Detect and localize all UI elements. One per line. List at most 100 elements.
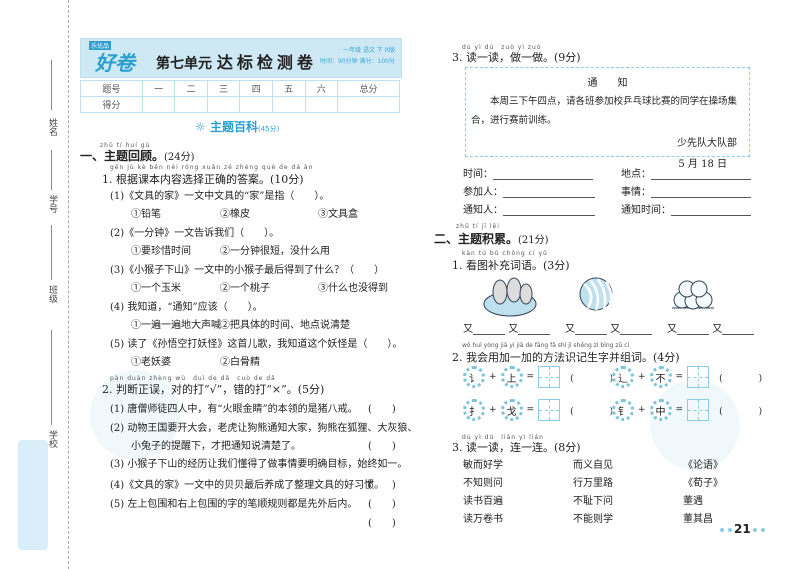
form-field[interactable]: 时间： <box>463 165 593 180</box>
peaches-icon <box>672 280 714 310</box>
char-combine-row: 辶 + 不 =( ) <box>612 366 762 388</box>
word-paren[interactable]: ( ) <box>570 404 613 417</box>
component: 上 <box>500 366 523 388</box>
cell[interactable] <box>174 96 208 113</box>
word-paren[interactable]: ( ) <box>719 404 762 417</box>
judge-item: (2) 动物王国要开大会，老虎让狗熊通知大家，狗熊在狐狸、大灰狼、 <box>110 423 418 434</box>
match-item[interactable]: 敏而好学 <box>463 456 503 471</box>
answer-paren[interactable]: ( ) <box>368 437 396 452</box>
answer-option[interactable]: ①一遍一遍地大声喊 <box>131 316 221 331</box>
fill-blank[interactable]: 又 又 <box>463 320 551 335</box>
answer-paren[interactable]: ( ) <box>368 495 396 510</box>
q3-heading: 3. 读一读，做一做。(9分) <box>452 51 581 64</box>
match-item[interactable]: 董遇 <box>683 492 703 507</box>
notice-title: 通 知 <box>587 78 628 89</box>
question-item: (2)《一分钟》一文告诉我们（ ）。 <box>110 228 280 239</box>
radical: 辶 <box>612 366 634 388</box>
p2q2-heading: 2. 我会用加一加的方法识记生字并组词。(4分) <box>452 351 680 364</box>
exam-meta: 一年级 语文 下 R版时间：90分钟 满分：100分 <box>320 45 395 67</box>
time-info: 时间：90分钟 满分：100分 <box>320 58 395 65</box>
part2-heading: 二、主题积累。(21分) <box>434 232 549 246</box>
form-field[interactable]: 通知人： <box>463 201 595 216</box>
corn-icon <box>483 277 537 317</box>
cell[interactable] <box>141 96 176 113</box>
component: 不 <box>649 366 672 388</box>
answer-option[interactable]: ②一分钟很短，没什么用 <box>220 242 330 257</box>
answer-option[interactable]: ①一个玉米 <box>131 279 181 294</box>
page-title: 第七单元 达标检测卷 <box>156 49 317 73</box>
match-item[interactable]: 读万卷书 <box>463 510 503 525</box>
writing-grid[interactable] <box>687 366 710 388</box>
section-title: 主题百科 <box>209 120 258 134</box>
cell[interactable] <box>239 96 273 113</box>
answer-option[interactable]: ①要珍惜时间 <box>131 242 191 257</box>
cell: 二 <box>174 80 208 97</box>
match-item[interactable]: 不能则学 <box>573 510 613 525</box>
answer-paren[interactable]: ( ) <box>368 400 396 415</box>
match-item[interactable]: 读书百遍 <box>463 492 503 507</box>
cell[interactable] <box>272 96 306 113</box>
cell[interactable] <box>304 96 339 113</box>
answer-option[interactable]: ②一个桃子 <box>220 279 270 294</box>
radical: 讠 <box>463 366 485 388</box>
answer-option[interactable]: ③文具盒 <box>318 205 358 220</box>
answer-paren[interactable]: ( ) <box>368 514 396 529</box>
match-item[interactable]: 《论语》 <box>683 456 723 471</box>
answer-option[interactable]: ②白骨精 <box>220 353 260 368</box>
match-item[interactable]: 不耻下问 <box>573 492 613 507</box>
match-item[interactable]: 不知则问 <box>463 474 503 489</box>
word-paren[interactable]: ( ) <box>719 371 762 384</box>
name-line <box>51 60 52 110</box>
watermelon-icon <box>579 277 613 311</box>
judge-item: (1) 唐僧师徒四人中，有“火眼金睛”的本领的是猪八戒。 <box>110 404 358 415</box>
answer-option[interactable]: ①铅笔 <box>131 205 161 220</box>
page-number: 21 <box>718 522 767 536</box>
cell[interactable] <box>206 96 241 113</box>
match-item[interactable]: 董其昌 <box>683 510 713 525</box>
writing-grid[interactable] <box>687 399 710 421</box>
p2q2-pinyin: wǒ huì yòng jiā yi jiā de fāng fǎ shí jì… <box>462 342 630 349</box>
question-item: (1)《文具的家》一文中文具的“家”是指（ ）。 <box>110 191 330 202</box>
cell: 得分 <box>80 96 143 113</box>
cell[interactable] <box>337 96 400 113</box>
form-field[interactable]: 地点： <box>621 165 751 180</box>
cell: 五 <box>272 80 306 97</box>
cell: 题号 <box>80 80 143 97</box>
judge-item: (4)《文具的家》一文中的贝贝最后养成了整理文具的好习惯。 <box>110 480 385 491</box>
grade-info: 一年级 语文 下 R版 <box>343 47 395 54</box>
header-banner: 乐优品 好卷 第七单元 达标检测卷 一年级 语文 下 R版 时间：90分钟 满分：… <box>80 38 402 78</box>
name-label: 姓名 <box>47 118 57 136</box>
answer-option[interactable]: ②橡皮 <box>220 205 250 220</box>
part1-heading: 一、主题回顾。(24分) <box>80 149 195 163</box>
word-paren[interactable]: ( ) <box>570 371 613 384</box>
class-label: 班级 <box>47 285 57 303</box>
answer-paren[interactable]: ( ) <box>368 476 396 491</box>
answer-option[interactable]: ③什么也没得到 <box>318 279 388 294</box>
form-field[interactable]: 通知时间： <box>621 201 751 216</box>
char-combine-row: 扌 + 戈 =( ) <box>463 399 613 421</box>
match-item[interactable]: 《荀子》 <box>683 474 723 489</box>
section-banner: ☼ 主题百科(45分) <box>195 118 279 135</box>
p2q1-heading: 1. 看图补充词语。(3分) <box>452 259 570 272</box>
match-item[interactable]: 行万里路 <box>573 474 613 489</box>
answer-option[interactable]: ①老妖婆 <box>131 353 171 368</box>
p2q1-pinyin: kàn tú bǔ chōng cí yǔ <box>462 250 548 257</box>
fill-blank[interactable]: 又 又 <box>565 320 653 335</box>
unit-label: 第七单元 <box>156 56 212 72</box>
q2-heading: 2. 判断正误，对的打“√”，错的打“×”。(5分) <box>102 383 325 396</box>
answer-option[interactable]: ②把具体的时间、地点说清楚 <box>220 316 350 331</box>
side-badge <box>18 440 48 550</box>
radical: 钅 <box>612 399 634 421</box>
cell: 总分 <box>337 80 400 97</box>
id-label: 学号 <box>47 195 57 213</box>
q1-heading: 1. 根据课本内容选择正确的答案。(10分) <box>102 173 304 186</box>
fill-blank[interactable]: 又 又 <box>667 320 755 335</box>
writing-grid[interactable] <box>538 399 561 421</box>
char-combine-row: 钅 + 中 =( ) <box>612 399 762 421</box>
form-field[interactable]: 参加人： <box>463 183 595 198</box>
judge-item: 小兔子的提醒下，才把通知说清楚了。 <box>131 441 301 452</box>
form-field[interactable]: 事情： <box>621 183 751 198</box>
match-item[interactable]: 而义自见 <box>573 456 613 471</box>
cell: 三 <box>206 80 241 97</box>
writing-grid[interactable] <box>538 366 561 388</box>
